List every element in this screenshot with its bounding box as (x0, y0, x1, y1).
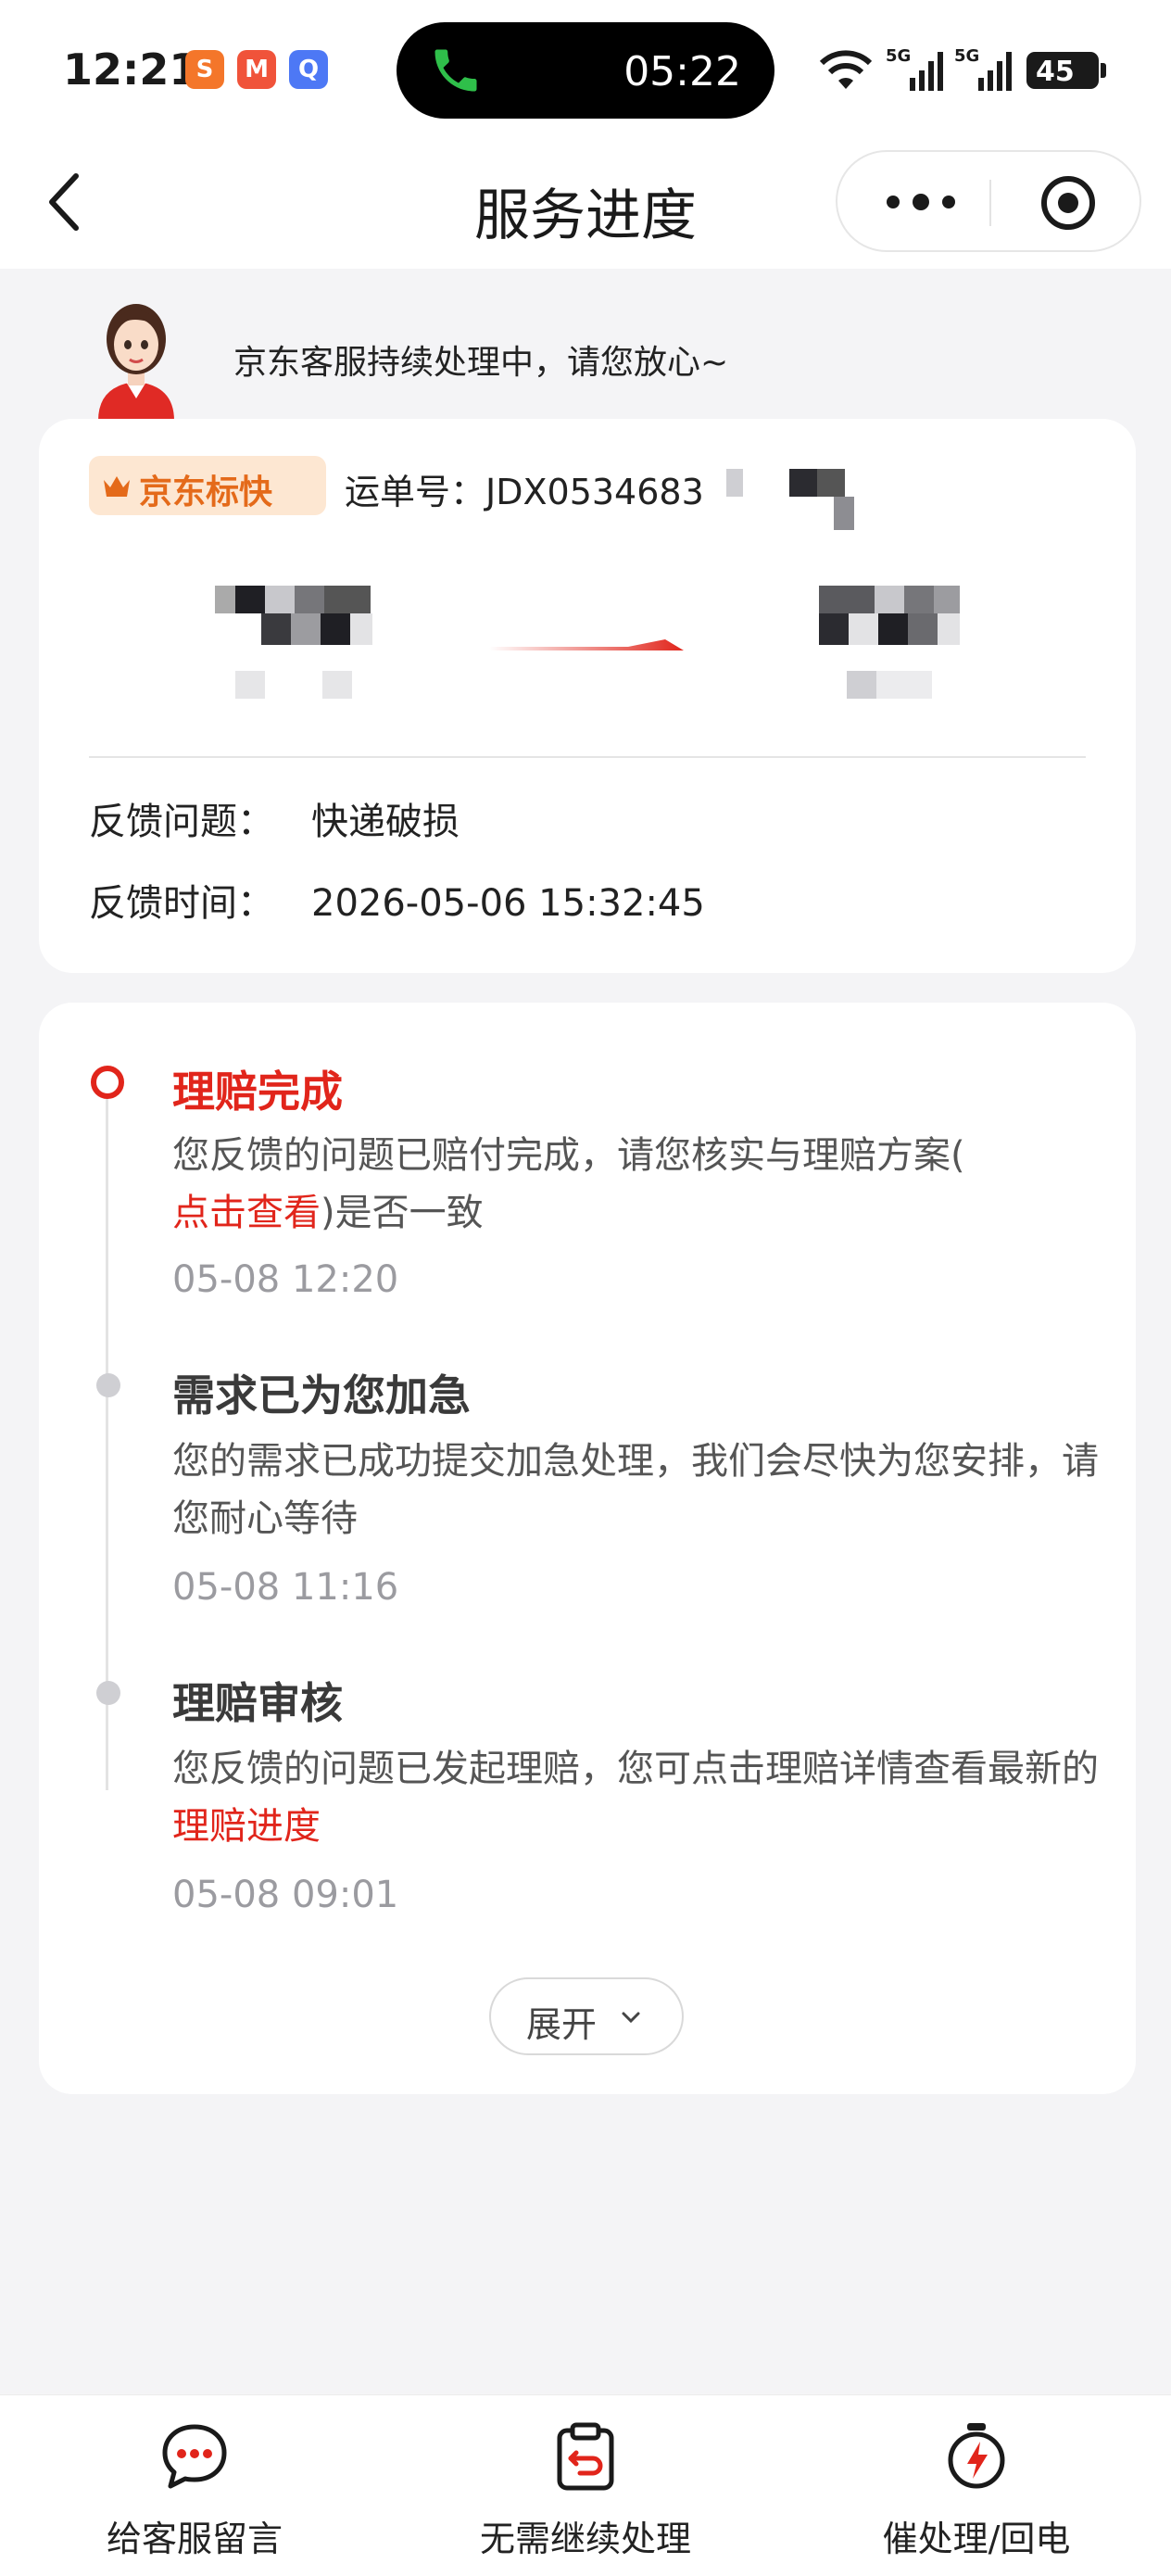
close-miniprogram-icon[interactable] (1039, 174, 1097, 232)
view-claim-plan-link[interactable]: 点击查看 (172, 1192, 321, 1234)
signal-5g-icon: 5G (954, 46, 1012, 91)
redacted-block (789, 469, 817, 497)
mini-program-capsule (836, 150, 1141, 252)
carrier-badge: 京东标快 (89, 456, 326, 515)
waybill-value: JDX0534683 (485, 472, 704, 512)
customer-service-avatar (98, 304, 174, 421)
no-further-action-label: 无需继续处理 (479, 2519, 691, 2559)
redacted-block (726, 469, 743, 497)
capsule-divider (989, 180, 991, 226)
call-pill[interactable]: 05:22 (397, 22, 774, 119)
carrier-name: 京东标快 (139, 474, 273, 511)
svg-text:5G: 5G (886, 46, 911, 66)
timeline-dot (96, 1373, 120, 1397)
urge-callback-label: 催处理/回电 (882, 2519, 1071, 2559)
battery-icon: 45 (1026, 52, 1099, 89)
redacted-block (817, 469, 845, 497)
nav-bar: 服务进度 (0, 139, 1171, 269)
claim-progress-link[interactable]: 理赔进度 (172, 1805, 321, 1848)
feedback-issue-value: 快递破损 (311, 801, 460, 843)
bottom-action-bar: 给客服留言 无需继续处理 催处理/回电 (0, 2394, 1171, 2576)
feedback-time-label: 反馈时间： (89, 882, 274, 925)
no-further-action-button[interactable]: 无需继续处理 (447, 2421, 724, 2560)
svg-text:5G: 5G (954, 46, 979, 66)
feedback-issue-label: 反馈问题： (89, 801, 274, 843)
battery-cap (1101, 63, 1106, 78)
banner-message: 京东客服持续处理中，请您放心~ (233, 344, 729, 382)
timeline-item-title: 需求已为您加急 (172, 1370, 471, 1421)
route-arrow-icon (489, 639, 684, 650)
message-service-button[interactable]: 给客服留言 (56, 2421, 334, 2560)
timeline-item-desc: 您反馈的问题已赔付完成，请您核实与理赔方案( 点击查看)是否一致 (172, 1127, 1099, 1242)
timeline-dot-active (91, 1066, 124, 1099)
timeline-item-title: 理赔审核 (172, 1678, 343, 1728)
timeline-item-time: 05-08 12:20 (172, 1258, 399, 1301)
status-bar: 12:21 S M Q 05:22 5G 5G 45 (0, 0, 1171, 139)
waybill-number[interactable]: 运单号：JDX0534683 (345, 463, 704, 514)
expand-button[interactable]: 展开 (489, 1977, 684, 2055)
call-duration: 05:22 (623, 48, 741, 95)
feedback-time-row: 反馈时间： 2026-05-06 15:32:45 (89, 873, 705, 927)
qq-icon: Q (289, 50, 328, 89)
message-service-label: 给客服留言 (106, 2519, 283, 2559)
phone-icon (434, 49, 477, 92)
mgtv-icon: M (237, 50, 276, 89)
crown-icon (104, 476, 130, 497)
status-time: 12:21 (63, 44, 199, 95)
chevron-down-icon (622, 2012, 640, 2024)
wifi-icon (819, 50, 873, 89)
sohu-icon: S (185, 50, 224, 89)
timeline-item-title: 理赔完成 (172, 1067, 343, 1117)
desc-text: 您反馈的问题已赔付完成，请您核实与理赔方案( (172, 1134, 965, 1177)
timeline-dot (96, 1681, 120, 1705)
shipment-card: 京东标快 运单号：JDX0534683 反馈问题： 快递破损 反馈时间： 202… (39, 419, 1136, 973)
timeline-item-desc: 您的需求已成功提交加急处理，我们会尽快为您安排，请您耐心等待 (172, 1440, 1099, 1540)
stopwatch-lightning-icon (948, 2423, 1005, 2489)
signal-5g-icon: 5G (886, 46, 943, 91)
timeline-item-time: 05-08 11:16 (172, 1566, 399, 1609)
progress-timeline-card: 理赔完成 您反馈的问题已赔付完成，请您核实与理赔方案( 点击查看)是否一致 05-… (39, 1003, 1136, 2094)
expand-label: 展开 (526, 2004, 598, 2045)
timeline-item-time: 05-08 09:01 (172, 1874, 399, 1916)
feedback-time-value: 2026-05-06 15:32:45 (311, 882, 705, 925)
desc-text: 您反馈的问题已发起理赔，您可点击理赔详情查看最新的 (172, 1748, 1099, 1790)
divider (89, 756, 1086, 758)
desc-text: )是否一致 (321, 1192, 484, 1234)
battery-level: 45 (1036, 56, 1075, 88)
page: 12:21 S M Q 05:22 5G 5G 45 服务进度 京东客服持续处理… (0, 0, 1171, 2576)
urge-callback-button[interactable]: 催处理/回电 (837, 2421, 1115, 2560)
more-icon[interactable] (884, 193, 958, 211)
waybill-label: 运单号： (345, 472, 486, 512)
redacted-block (834, 497, 854, 530)
timeline-item-desc: 您反馈的问题已发起理赔，您可点击理赔详情查看最新的 理赔进度 (172, 1740, 1099, 1855)
feedback-issue-row: 反馈问题： 快递破损 (89, 791, 460, 845)
clipboard-return-icon (557, 2422, 614, 2491)
chat-bubble-icon (162, 2424, 227, 2489)
